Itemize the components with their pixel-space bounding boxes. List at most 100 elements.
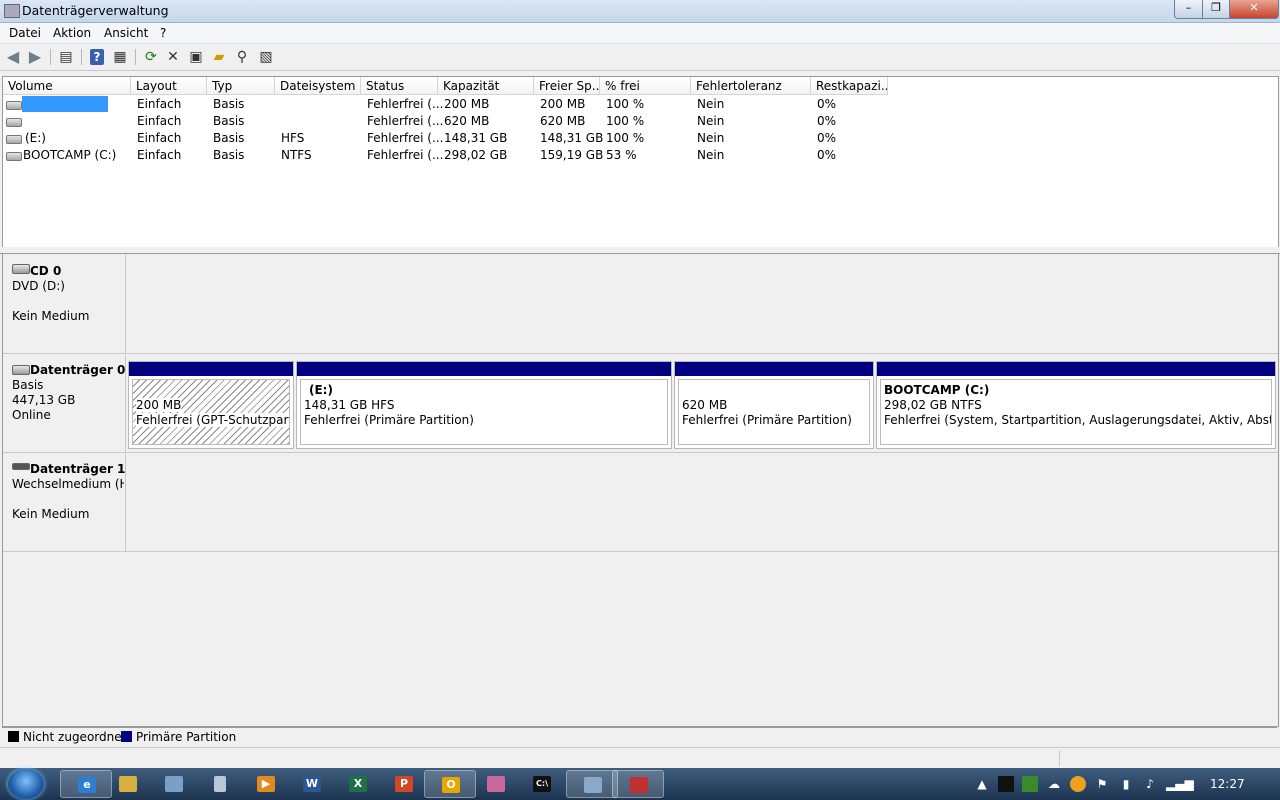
- cell-prozent-frei: 100 %: [606, 131, 645, 145]
- taskbar-clock[interactable]: 12:27: [1210, 777, 1245, 791]
- menu-ansicht[interactable]: Ansicht: [104, 26, 148, 40]
- table-row[interactable]: Einfach Basis Fehlerfrei (... 200 MB 200…: [3, 96, 1278, 113]
- status-bar: [0, 747, 1280, 769]
- column-header-freier-speicher[interactable]: Freier Sp...: [534, 77, 600, 95]
- disk-row-cd0: CD 0 DVD (D:) Kein Medium: [3, 254, 1278, 354]
- tray-power-icon[interactable]: ▮: [1118, 776, 1134, 792]
- show-pane-icon[interactable]: ▦: [111, 48, 129, 66]
- cell-restkapazitaet: 0%: [817, 97, 837, 111]
- primary-partition-bar: [129, 362, 293, 376]
- column-header-fehlertoleranz[interactable]: Fehlertoleranz: [691, 77, 811, 95]
- taskbar-media-player[interactable]: ▶: [240, 770, 292, 798]
- partition-620mb[interactable]: 620 MB Fehlerfrei (Primäre Partition): [674, 361, 874, 449]
- taskbar-outlook[interactable]: O: [424, 770, 476, 798]
- disk-status: Online: [12, 408, 51, 422]
- excel-icon: X: [349, 776, 367, 792]
- tray-flag-icon[interactable]: ⚑: [1094, 776, 1110, 792]
- taskbar-excel[interactable]: X: [332, 770, 384, 798]
- taskbar-word[interactable]: W: [286, 770, 338, 798]
- column-header-layout[interactable]: Layout: [131, 77, 207, 95]
- table-row[interactable]: Einfach Basis Fehlerfrei (... 620 MB 620…: [3, 113, 1278, 130]
- start-button[interactable]: [8, 769, 44, 799]
- paint-icon: [165, 776, 183, 792]
- maximize-button[interactable]: ❐: [1202, 0, 1230, 19]
- menu-datei[interactable]: Datei: [9, 26, 41, 40]
- disk-row-disk1: Datenträger 1 Wechselmedium (H Kein Medi…: [3, 454, 1278, 552]
- tray-cloud-icon[interactable]: ☁: [1046, 776, 1062, 792]
- cmd-icon: C:\: [533, 776, 551, 792]
- column-header-prozent-frei[interactable]: % frei: [600, 77, 691, 95]
- column-header-restkapazitaet[interactable]: Restkapazi...: [811, 77, 888, 95]
- help-icon[interactable]: ?: [90, 49, 104, 65]
- paint-app-icon: [487, 776, 505, 792]
- cell-volume: (E:): [25, 131, 46, 145]
- legend-swatch-unallocated: [8, 731, 19, 742]
- menu-bar: Datei Aktion Ansicht ?: [0, 23, 1280, 44]
- help-topics-icon[interactable]: ▧: [257, 48, 275, 66]
- taskbar-paint-app[interactable]: [470, 770, 522, 798]
- partition-size: 148,31 GB HFS: [304, 398, 395, 412]
- forward-arrow-icon[interactable]: ▶: [26, 48, 44, 66]
- menu-help[interactable]: ?: [160, 26, 166, 40]
- cell-layout: Einfach: [137, 131, 182, 145]
- tray-avast-icon[interactable]: [1070, 776, 1086, 792]
- cell-status: Fehlerfrei (...: [367, 148, 444, 162]
- column-header-kapazitaet[interactable]: Kapazität: [438, 77, 534, 95]
- tray-volume-icon[interactable]: ♪: [1142, 776, 1158, 792]
- disk-label-disk1[interactable]: Datenträger 1 Wechselmedium (H Kein Medi…: [3, 454, 126, 552]
- powerpoint-icon: P: [395, 776, 413, 792]
- taskbar-powerpoint[interactable]: P: [378, 770, 430, 798]
- cell-typ: Basis: [213, 148, 245, 162]
- column-header-volume[interactable]: Volume: [3, 77, 131, 95]
- partition-body: (E:) 148,31 GB HFS Fehlerfrei (Primäre P…: [300, 379, 668, 445]
- legend-label-primary: Primäre Partition: [136, 730, 237, 744]
- disk-area-cd0: [126, 254, 1278, 354]
- taskbar-cmd[interactable]: C:\: [516, 770, 568, 798]
- explore-icon[interactable]: ⚲: [233, 48, 251, 66]
- column-header-typ[interactable]: Typ: [207, 77, 275, 95]
- computer-management-icon: [584, 777, 602, 793]
- cell-freier-speicher: 620 MB: [540, 114, 586, 128]
- cell-fehlertoleranz: Nein: [697, 114, 725, 128]
- tray-keyboard-icon[interactable]: [998, 776, 1014, 792]
- delete-icon[interactable]: ✕: [164, 48, 182, 66]
- menu-aktion[interactable]: Aktion: [53, 26, 91, 40]
- cell-status: Fehlerfrei (...: [367, 114, 444, 128]
- outlook-icon: O: [442, 777, 460, 793]
- minimize-button[interactable]: –: [1174, 0, 1203, 19]
- disk-size: 447,13 GB: [12, 393, 76, 407]
- taskbar-paint[interactable]: [148, 770, 200, 798]
- partition-status: Fehlerfrei (Primäre Partition): [304, 413, 474, 427]
- cell-kapazitaet: 298,02 GB: [444, 148, 508, 162]
- disk-drive-type: DVD (D:): [12, 279, 65, 293]
- cell-fehlertoleranz: Nein: [697, 97, 725, 111]
- disk-graph-view: CD 0 DVD (D:) Kein Medium Datenträger 0 …: [2, 254, 1279, 727]
- disk-label-disk0[interactable]: Datenträger 0 Basis 447,13 GB Online: [3, 355, 126, 453]
- tray-nvidia-icon[interactable]: [1022, 776, 1038, 792]
- pane-splitter[interactable]: [0, 247, 1280, 254]
- disk-label-cd0[interactable]: CD 0 DVD (D:) Kein Medium: [3, 254, 126, 354]
- cell-freier-speicher: 159,19 GB: [540, 148, 604, 162]
- column-header-dateisystem[interactable]: Dateisystem: [275, 77, 361, 95]
- partition-e[interactable]: (E:) 148,31 GB HFS Fehlerfrei (Primäre P…: [296, 361, 672, 449]
- back-arrow-icon[interactable]: ◀: [4, 48, 22, 66]
- table-row[interactable]: (E:) Einfach Basis HFS Fehlerfrei (... 1…: [3, 130, 1278, 147]
- taskbar-computer-management[interactable]: [566, 770, 618, 798]
- taskbar-disk-management[interactable]: [612, 770, 664, 798]
- tray-expand-icon[interactable]: ▲: [974, 776, 990, 792]
- title-bar: Datenträgerverwaltung – ❐ ✕: [0, 0, 1280, 23]
- volume-icon: [6, 152, 22, 161]
- taskbar-explorer[interactable]: [102, 770, 154, 798]
- taskbar-calculator[interactable]: [194, 770, 246, 798]
- column-header-status[interactable]: Status: [361, 77, 438, 95]
- show-hide-console-icon[interactable]: ▤: [57, 48, 75, 66]
- open-icon[interactable]: ▰: [210, 48, 228, 66]
- close-button[interactable]: ✕: [1229, 0, 1279, 19]
- refresh-icon[interactable]: ⟳: [142, 48, 160, 66]
- table-row[interactable]: BOOTCAMP (C:) Einfach Basis NTFS Fehlerf…: [3, 147, 1278, 164]
- partition-gpt-protective[interactable]: 200 MB Fehlerfrei (GPT-Schutzpartition): [128, 361, 294, 449]
- partition-bootcamp-c[interactable]: BOOTCAMP (C:) 298,02 GB NTFS Fehlerfrei …: [876, 361, 1276, 449]
- partition-title: BOOTCAMP (C:): [884, 383, 990, 397]
- properties-icon[interactable]: ▣: [187, 48, 205, 66]
- tray-network-icon[interactable]: ▂▄▆: [1166, 776, 1194, 792]
